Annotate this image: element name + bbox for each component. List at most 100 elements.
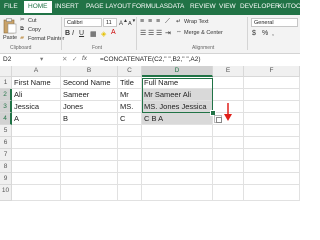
fill-color-icon[interactable]: ◈: [101, 30, 106, 38]
cut-button[interactable]: ✂ Cut: [20, 17, 50, 25]
merge-center-button[interactable]: ⇔ Merge & Center: [176, 29, 238, 38]
cell-f5[interactable]: [244, 125, 300, 137]
row-header-6[interactable]: 6: [0, 137, 12, 149]
font-name-dropdown[interactable]: Calibri: [64, 18, 102, 27]
name-box[interactable]: D2: [3, 56, 11, 63]
tab-kutools[interactable]: KUTOOLS ™: [278, 3, 317, 10]
align-middle-icon[interactable]: ≡: [148, 18, 152, 25]
row-header-1[interactable]: 1: [0, 77, 12, 89]
format-painter-button[interactable]: ▰ Format Painter: [20, 35, 64, 43]
align-bottom-icon[interactable]: ≡: [156, 18, 160, 25]
cell-d10[interactable]: [142, 185, 213, 201]
cell-a9[interactable]: [12, 173, 61, 185]
row-header-8[interactable]: 8: [0, 161, 12, 173]
wrap-text-button[interactable]: ↵ Wrap Text: [176, 18, 216, 27]
insert-function-icon[interactable]: fx: [82, 55, 87, 62]
increase-font-icon[interactable]: A▲: [119, 18, 128, 27]
font-color-icon[interactable]: A: [111, 29, 116, 36]
cell-f7[interactable]: [244, 149, 300, 161]
cell-d7[interactable]: [142, 149, 213, 161]
cell-d2[interactable]: Mr Sameer Ali: [142, 89, 213, 101]
borders-icon[interactable]: ▦: [90, 30, 97, 38]
cell-e7[interactable]: [213, 149, 244, 161]
cell-b10[interactable]: [61, 185, 118, 201]
percent-button[interactable]: %: [262, 30, 268, 37]
name-box-dropdown-icon[interactable]: ▾: [40, 55, 43, 63]
bold-button[interactable]: B: [65, 30, 70, 37]
cell-f8[interactable]: [244, 161, 300, 173]
cell-d6[interactable]: [142, 137, 213, 149]
cell-e2[interactable]: [213, 89, 244, 101]
autofill-options-icon[interactable]: [214, 115, 222, 123]
underline-button[interactable]: U: [79, 30, 84, 37]
cell-e5[interactable]: [213, 125, 244, 137]
column-header-d[interactable]: D: [142, 66, 213, 77]
cell-e8[interactable]: [213, 161, 244, 173]
tab-home[interactable]: HOME: [24, 1, 52, 13]
font-size-dropdown[interactable]: 11: [103, 18, 117, 27]
cancel-icon[interactable]: ✕: [62, 55, 67, 63]
cell-c6[interactable]: [118, 137, 142, 149]
cell-d9[interactable]: [142, 173, 213, 185]
cell-c10[interactable]: [118, 185, 142, 201]
cell-e1[interactable]: [213, 77, 244, 89]
align-center-icon[interactable]: ☰: [148, 29, 154, 37]
cell-c5[interactable]: [118, 125, 142, 137]
cell-d8[interactable]: [142, 161, 213, 173]
tab-view[interactable]: VIEW: [219, 3, 236, 10]
tab-formulas[interactable]: FORMULAS: [132, 3, 168, 10]
cell-f1[interactable]: [244, 77, 300, 89]
cell-f10[interactable]: [244, 185, 300, 201]
align-left-icon[interactable]: ☰: [140, 29, 146, 37]
tab-insert[interactable]: INSERT: [55, 3, 79, 10]
cell-d4[interactable]: C B A: [142, 113, 213, 125]
cell-a4[interactable]: A: [12, 113, 61, 125]
column-header-a[interactable]: A: [12, 66, 61, 77]
cell-b1[interactable]: Second Name: [61, 77, 118, 89]
cell-b2[interactable]: Sameer: [61, 89, 118, 101]
cell-f6[interactable]: [244, 137, 300, 149]
align-right-icon[interactable]: ☰: [156, 29, 162, 37]
column-header-f[interactable]: F: [244, 66, 300, 77]
row-header-7[interactable]: 7: [0, 149, 12, 161]
tab-review[interactable]: REVIEW: [190, 3, 216, 10]
number-format-dropdown[interactable]: General: [251, 18, 298, 27]
enter-icon[interactable]: ✓: [72, 55, 77, 63]
tab-page-layout[interactable]: PAGE LAYOUT: [86, 3, 131, 10]
cell-c2[interactable]: Mr: [118, 89, 142, 101]
cell-a8[interactable]: [12, 161, 61, 173]
column-header-c[interactable]: C: [118, 66, 142, 77]
column-header-e[interactable]: E: [213, 66, 244, 77]
cell-d3[interactable]: MS. Jones Jessica: [142, 101, 213, 113]
cell-d5[interactable]: [142, 125, 213, 137]
align-top-icon[interactable]: ≡: [140, 18, 144, 25]
cell-a2[interactable]: Ali: [12, 89, 61, 101]
column-header-b[interactable]: B: [61, 66, 118, 77]
comma-button[interactable]: ,: [272, 30, 274, 37]
row-header-2[interactable]: 2: [0, 89, 12, 101]
select-all-corner[interactable]: [0, 66, 12, 77]
cell-b5[interactable]: [61, 125, 118, 137]
cell-b8[interactable]: [61, 161, 118, 173]
cell-a1[interactable]: First Name: [12, 77, 61, 89]
row-header-9[interactable]: 9: [0, 173, 12, 185]
cell-c3[interactable]: MS.: [118, 101, 142, 113]
cell-d1[interactable]: Full Name: [142, 77, 213, 89]
cell-a10[interactable]: [12, 185, 61, 201]
tab-file[interactable]: FILE: [4, 3, 18, 10]
tab-developer[interactable]: DEVELOPER: [240, 3, 280, 10]
row-header-5[interactable]: 5: [0, 125, 12, 137]
orientation-icon[interactable]: ⟋: [165, 18, 170, 26]
cell-e10[interactable]: [213, 185, 244, 201]
cell-e9[interactable]: [213, 173, 244, 185]
cell-c1[interactable]: Title: [118, 77, 142, 89]
cell-a5[interactable]: [12, 125, 61, 137]
indent-icon[interactable]: ⇥: [165, 29, 171, 37]
cell-b3[interactable]: Jones: [61, 101, 118, 113]
copy-button[interactable]: ⧉ Copy: [20, 26, 50, 34]
cell-b7[interactable]: [61, 149, 118, 161]
cell-a6[interactable]: [12, 137, 61, 149]
cell-b4[interactable]: B: [61, 113, 118, 125]
cell-b9[interactable]: [61, 173, 118, 185]
row-header-4[interactable]: 4: [0, 113, 12, 125]
